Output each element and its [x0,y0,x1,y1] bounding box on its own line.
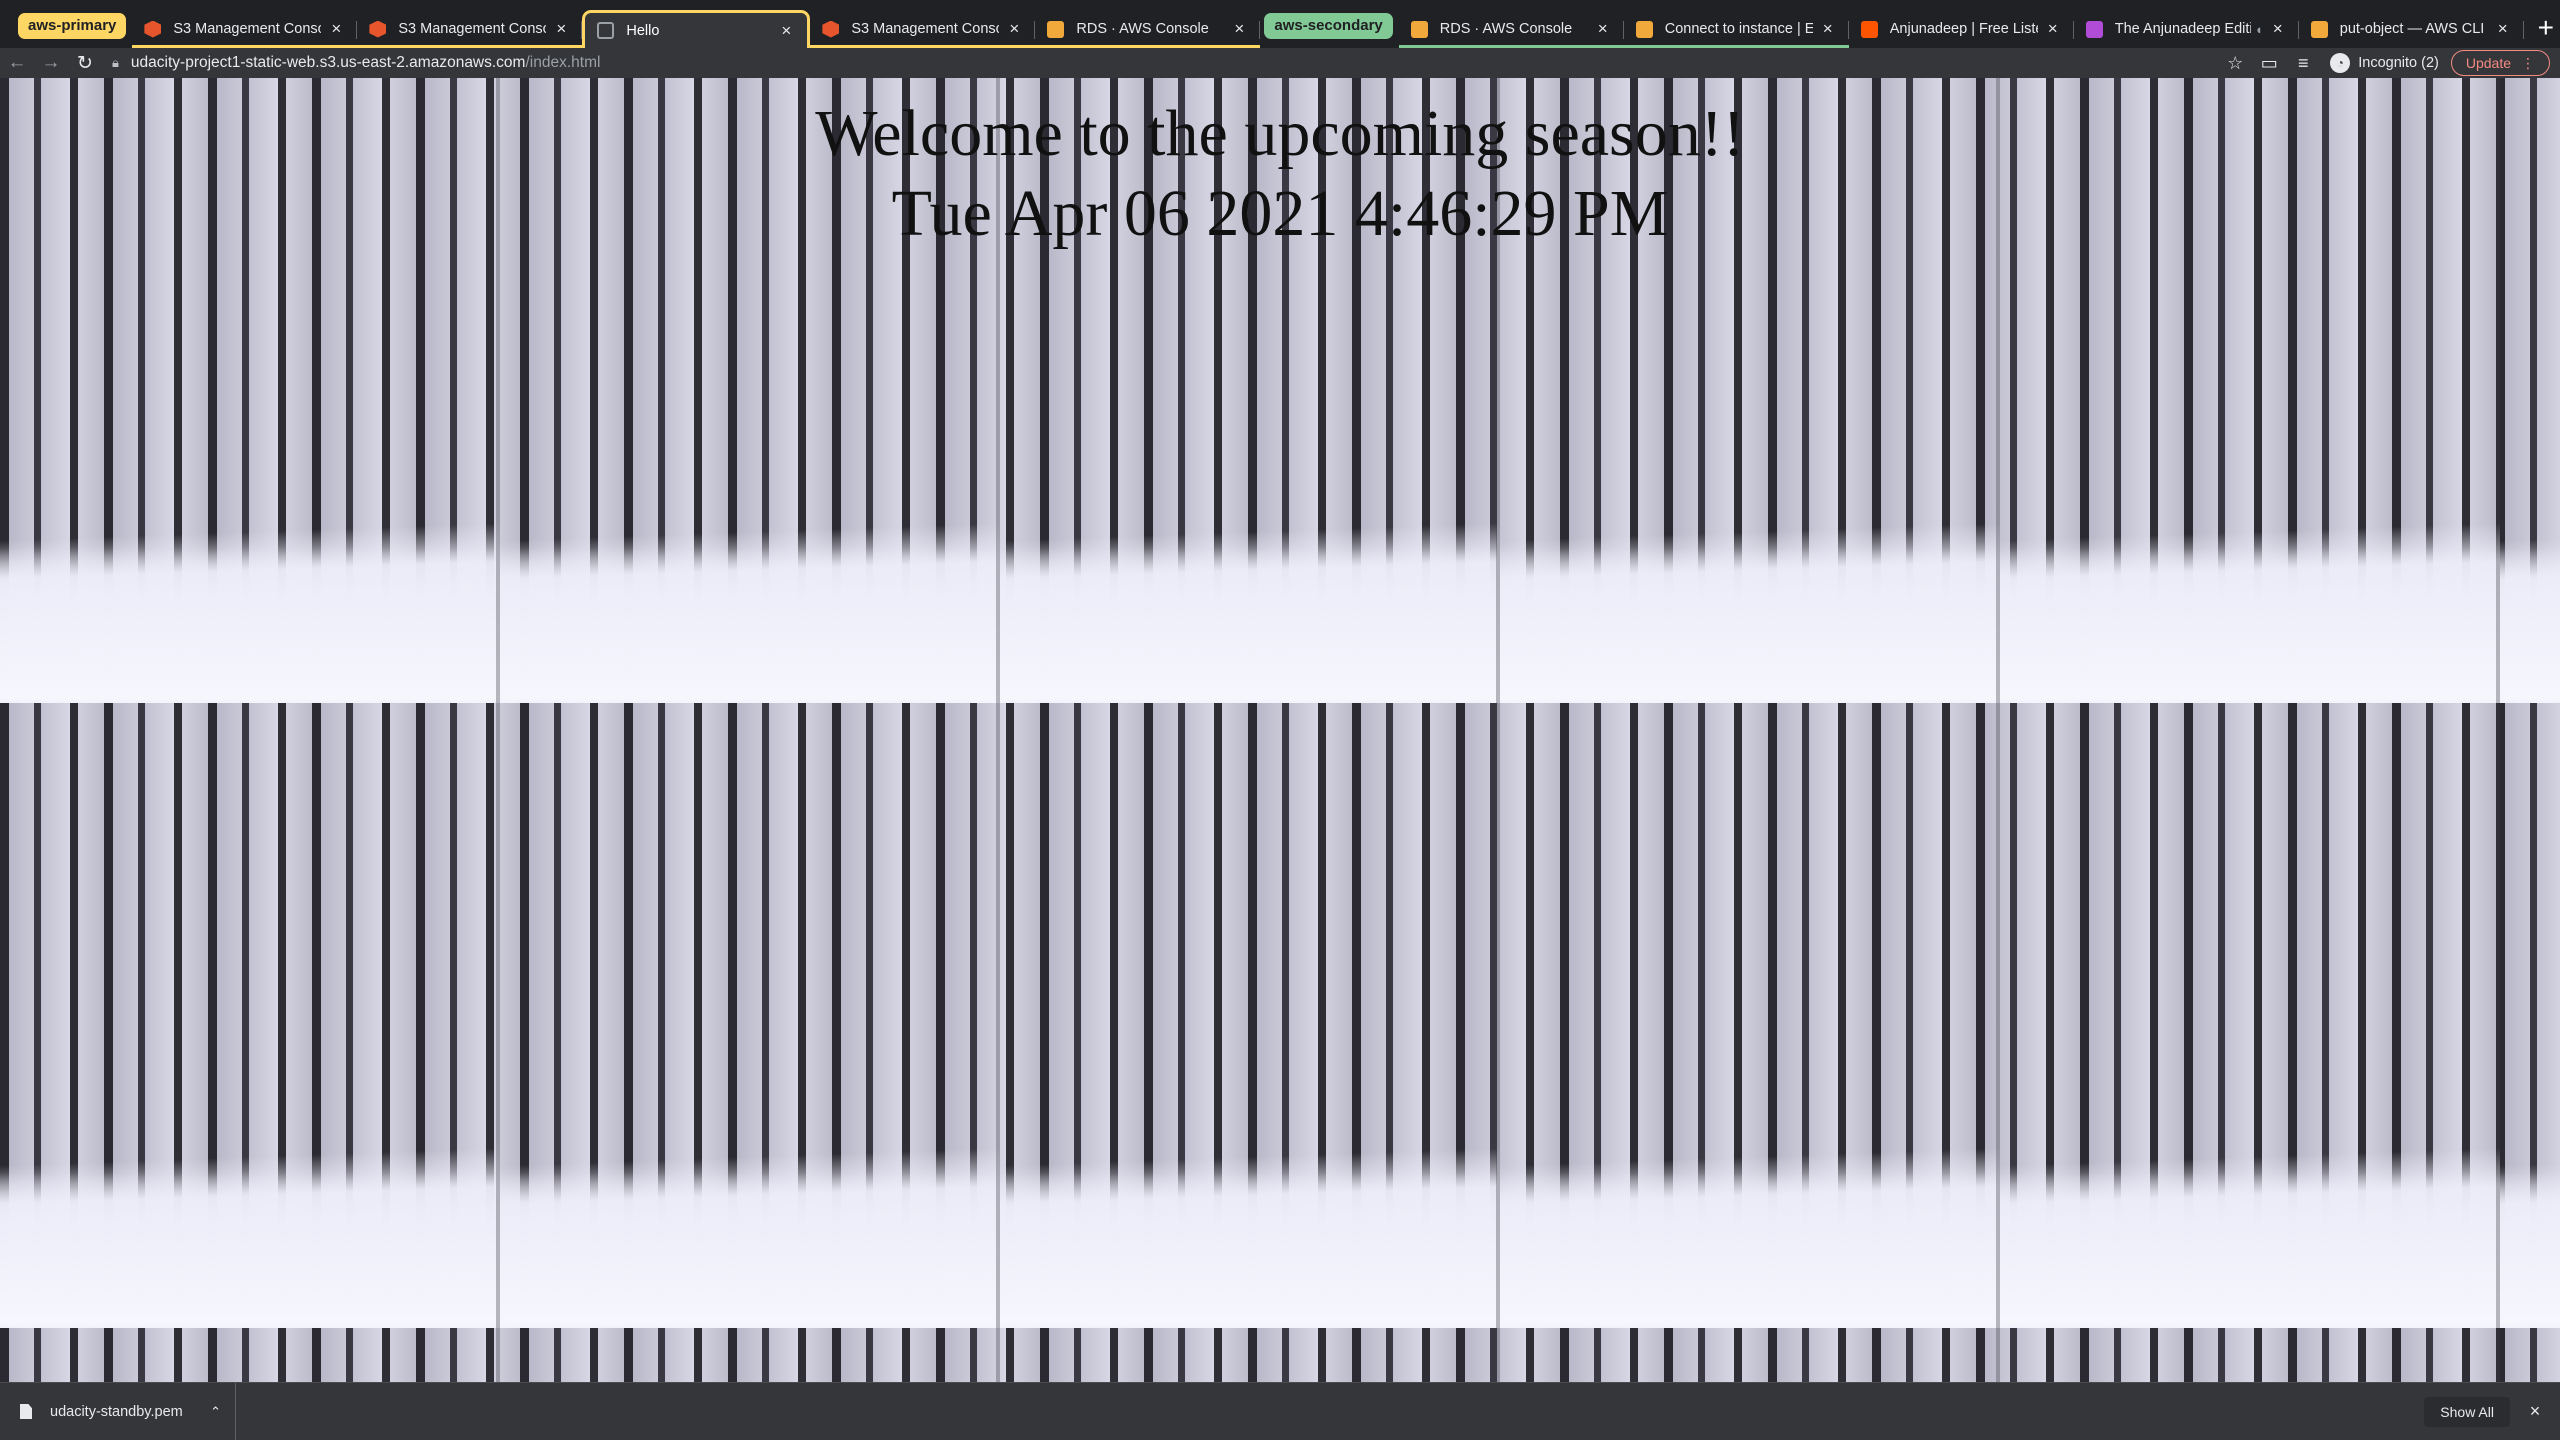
aws-ec2-icon [1635,20,1653,38]
background-tile-seams [0,78,2560,1382]
close-tab-icon[interactable]: × [2494,19,2512,39]
tab-title: S3 Management Console [398,21,547,37]
bookmark-star-icon[interactable]: ☆ [2218,53,2252,74]
tab-title: S3 Management Console [851,21,1000,37]
toolbar-actions: ☆ ▭ ≡ ◔ Incognito (2) Update ⋮ [2218,48,2560,78]
close-tab-icon[interactable]: × [1819,19,1837,39]
close-tab-icon[interactable]: × [2269,19,2287,39]
aws-s3-icon [144,20,162,38]
incognito-icon: ◔ [2330,53,2351,73]
tab-title: The Anjunadeep Edition [2114,21,2251,37]
address-bar[interactable]: 🔒︎ udacity-project1-static-web.s3.us-eas… [112,48,2212,78]
tab-title: S3 Management Console [173,21,322,37]
lock-icon[interactable]: 🔒︎ [112,55,119,71]
audio-playing-icon[interactable]: ◖ [2255,22,2263,37]
welcome-text: Welcome to the upcoming season!! [815,97,1745,170]
tab-anjunadeep-edition[interactable]: The Anjunadeep Edition ◖ × [2074,10,2299,48]
media-queue-icon[interactable]: ≡ [2286,53,2320,74]
download-item[interactable]: udacity-standby.pem ⌃ [0,1382,236,1440]
tab-rds-console-2[interactable]: RDS · AWS Console × [1399,10,1624,48]
page-icon [597,22,615,39]
close-tab-icon[interactable]: × [327,19,345,39]
tab-hello-active[interactable]: Hello × [582,10,811,48]
close-tab-icon[interactable]: × [1594,19,1612,39]
tab-title: RDS · AWS Console [1076,21,1209,37]
reload-icon[interactable]: ↻ [68,48,102,78]
close-tab-icon[interactable]: × [2044,19,2062,39]
podcast-icon [2085,20,2103,38]
date-time-text: Tue Apr 06 2021 4:46:29 PM [891,177,1669,250]
new-tab-button[interactable]: + [2524,10,2560,48]
close-tab-icon[interactable]: × [1005,19,1023,39]
close-tab-icon[interactable]: × [1230,19,1248,39]
close-tab-icon[interactable]: × [552,19,570,39]
incognito-label: Incognito (2) [2358,55,2439,71]
cast-icon[interactable]: ▭ [2252,53,2286,74]
incognito-profile[interactable]: ◔ Incognito (2) [2330,53,2439,73]
tab-aws-cli-put-object[interactable]: put-object — AWS CLI 1.19. × [2299,10,2524,48]
url-host: udacity-project1-static-web.s3.us-east-2… [130,54,526,71]
tab-ec2-connect[interactable]: Connect to instance | EC2 M × [1624,10,1849,48]
tab-title: Connect to instance | EC2 M [1664,21,1813,37]
aws-s3-icon [369,20,387,38]
page-heading: Welcome to the upcoming season!! Tue Apr… [0,94,2560,254]
chevron-up-icon[interactable]: ⌃ [210,1404,221,1420]
aws-rds-icon [1047,20,1065,38]
tab-group-aws-secondary[interactable]: aws-secondary [1264,13,1393,39]
more-vertical-icon: ⋮ [2521,54,2535,71]
tab-title: Hello [626,22,660,39]
aws-cli-icon [2310,20,2328,38]
tab-group-aws-primary[interactable]: aws-primary [18,13,127,39]
url-path: /index.html [525,54,601,71]
download-shelf: udacity-standby.pem ⌃ Show All × [0,1382,2560,1440]
tab-s3-console-2[interactable]: S3 Management Console × [357,10,583,48]
tab-s3-console-3[interactable]: S3 Management Console × [810,10,1036,48]
tab-s3-console-1[interactable]: S3 Management Console × [132,10,358,48]
aws-rds-icon [1410,20,1428,38]
tab-anjunadeep-soundcloud[interactable]: Anjunadeep | Free Listening × [1849,10,2074,48]
update-button[interactable]: Update ⋮ [2450,50,2550,76]
close-icon[interactable]: × [2510,1401,2560,1422]
tab-title: put-object — AWS CLI 1.19. [2339,21,2488,37]
tab-strip: aws-primary S3 Management Console × S3 M… [0,0,2560,48]
download-file-name: udacity-standby.pem [50,1403,183,1420]
aws-s3-icon [822,20,840,38]
tab-rds-console-1[interactable]: RDS · AWS Console × [1035,10,1261,48]
show-all-button[interactable]: Show All [2424,1396,2510,1427]
file-icon [20,1404,32,1419]
page-background-snowy-forest: Welcome to the upcoming season!! Tue Apr… [0,78,2560,1382]
close-tab-icon[interactable]: × [777,21,795,41]
tab-title: Anjunadeep | Free Listening [1889,21,2038,37]
back-arrow-icon[interactable]: ← [0,48,34,78]
update-label: Update [2465,55,2511,71]
tab-title: RDS · AWS Console [1439,21,1573,37]
forward-arrow-icon[interactable]: → [34,48,68,78]
browser-toolbar: ← → ↻ 🔒︎ udacity-project1-static-web.s3.… [0,48,2560,78]
soundcloud-icon [1860,20,1878,38]
